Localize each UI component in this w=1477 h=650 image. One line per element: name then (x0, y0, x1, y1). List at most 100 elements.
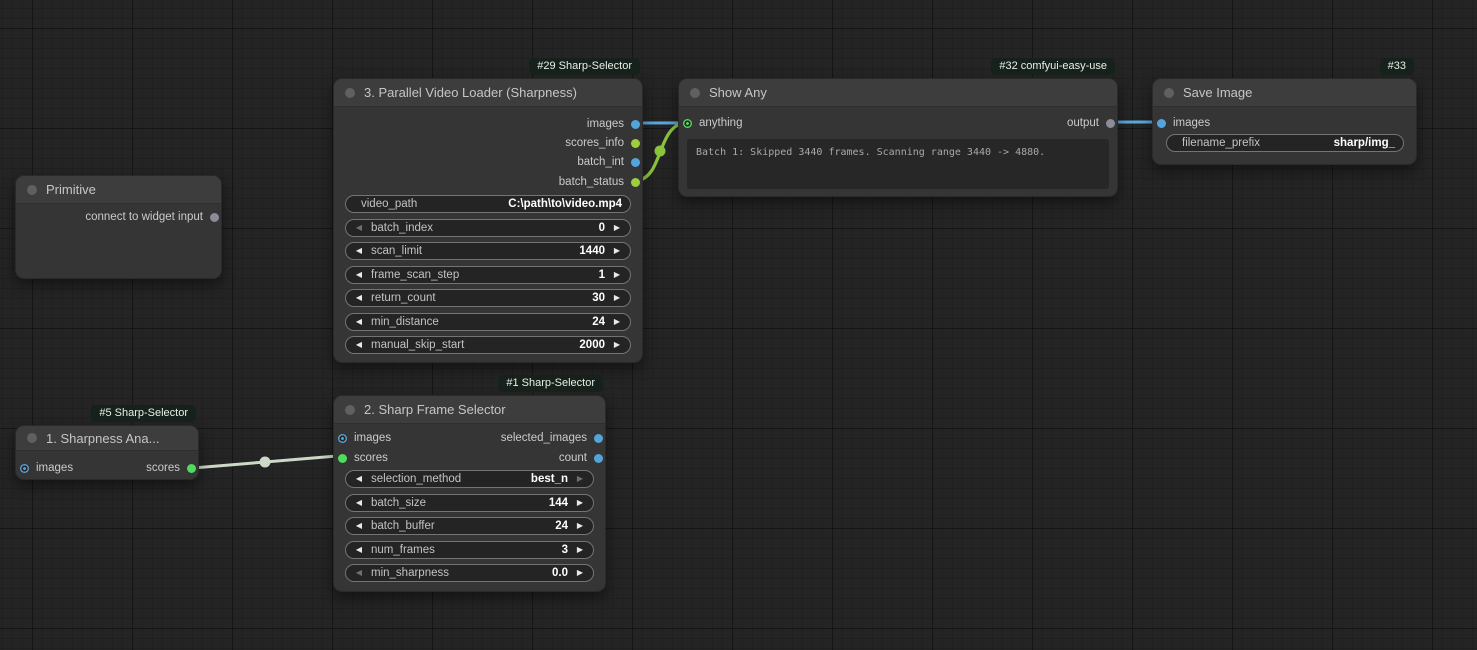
widget-batch-size[interactable]: batch_size 144 (345, 494, 594, 512)
output-port-scores[interactable] (187, 464, 196, 473)
increment-arrow-icon[interactable] (612, 336, 622, 354)
output-label: images (587, 118, 624, 130)
widget-selection-method[interactable]: selection_method best_n (345, 470, 594, 488)
decrement-arrow-icon[interactable] (354, 219, 364, 237)
widget-min-distance[interactable]: min_distance 24 (345, 313, 631, 331)
collapse-dot-icon[interactable] (27, 433, 37, 443)
node-title: 1. Sharpness Ana... (46, 431, 159, 446)
increment-arrow-icon[interactable] (612, 219, 622, 237)
output-label: scores (146, 462, 180, 474)
widget-manual-skip-start[interactable]: manual_skip_start 2000 (345, 336, 631, 354)
decrement-arrow-icon[interactable] (354, 494, 364, 512)
collapse-dot-icon[interactable] (27, 185, 37, 195)
widget-min-sharpness[interactable]: min_sharpness 0.0 (345, 564, 594, 582)
port-row: batch_status (334, 173, 642, 191)
node-titlebar[interactable]: Primitive (16, 176, 221, 204)
decrement-arrow-icon[interactable] (354, 313, 364, 331)
input-port-images[interactable] (338, 434, 347, 443)
decrement-arrow-icon[interactable] (354, 564, 364, 582)
output-port-batch-int[interactable] (631, 158, 640, 167)
widget-value: sharp/img_ (1334, 137, 1395, 149)
widget-label: batch_index (371, 222, 433, 234)
output-port-scores-info[interactable] (631, 139, 640, 148)
node-parallel-video-loader[interactable]: #29 Sharp-Selector 3. Parallel Video Loa… (333, 78, 643, 363)
increment-arrow-icon[interactable] (612, 289, 622, 307)
node-title: 3. Parallel Video Loader (Sharpness) (364, 85, 577, 100)
widget-batch-index[interactable]: batch_index 0 (345, 219, 631, 237)
node-title: 2. Sharp Frame Selector (364, 402, 506, 417)
decrement-arrow-icon[interactable] (354, 336, 364, 354)
output-port-count[interactable] (594, 454, 603, 463)
increment-arrow-icon[interactable] (575, 541, 585, 559)
node-graph-canvas[interactable]: #29 Sharp-Selector 3. Parallel Video Loa… (0, 0, 1477, 650)
node-titlebar[interactable]: Show Any (679, 79, 1117, 107)
widget-value: 0 (599, 222, 605, 234)
widget-label: batch_buffer (371, 520, 435, 532)
input-port-images[interactable] (20, 464, 29, 473)
output-label: count (559, 452, 587, 464)
increment-arrow-icon[interactable] (575, 494, 585, 512)
node-id-badge: #5 Sharp-Selector (91, 405, 196, 422)
decrement-arrow-icon[interactable] (354, 266, 364, 284)
prev-option-arrow-icon[interactable] (354, 470, 364, 488)
decrement-arrow-icon[interactable] (354, 517, 364, 535)
output-port-batch-status[interactable] (631, 178, 640, 187)
output-port-widget[interactable] (210, 213, 219, 222)
node-title: Save Image (1183, 85, 1252, 100)
wire-dot-batchstatus[interactable] (655, 146, 666, 157)
node-sharp-frame-selector[interactable]: #1 Sharp-Selector 2. Sharp Frame Selecto… (333, 395, 606, 592)
input-port-anything[interactable] (683, 119, 692, 128)
collapse-dot-icon[interactable] (345, 405, 355, 415)
collapse-dot-icon[interactable] (345, 88, 355, 98)
increment-arrow-icon[interactable] (612, 242, 622, 260)
widget-value: 1440 (579, 245, 605, 257)
widget-label: return_count (371, 292, 436, 304)
increment-arrow-icon[interactable] (575, 517, 585, 535)
widget-label: scan_limit (371, 245, 422, 257)
node-sharpness-analyzer[interactable]: #5 Sharp-Selector 1. Sharpness Ana... im… (15, 425, 199, 480)
node-titlebar[interactable]: 2. Sharp Frame Selector (334, 396, 605, 424)
widget-batch-buffer[interactable]: batch_buffer 24 (345, 517, 594, 535)
input-label: images (1173, 117, 1210, 129)
widget-value: 30 (592, 292, 605, 304)
widget-return-count[interactable]: return_count 30 (345, 289, 631, 307)
widget-filename-prefix[interactable]: filename_prefix sharp/img_ (1166, 134, 1404, 152)
port-row: connect to widget input (16, 208, 221, 226)
node-titlebar[interactable]: Save Image (1153, 79, 1416, 107)
output-label: batch_int (577, 156, 624, 168)
node-primitive[interactable]: Primitive connect to widget input (15, 175, 222, 279)
collapse-dot-icon[interactable] (1164, 88, 1174, 98)
node-titlebar[interactable]: 3. Parallel Video Loader (Sharpness) (334, 79, 642, 107)
collapse-dot-icon[interactable] (690, 88, 700, 98)
decrement-arrow-icon[interactable] (354, 541, 364, 559)
node-titlebar[interactable]: 1. Sharpness Ana... (16, 426, 198, 451)
next-option-arrow-icon[interactable] (575, 470, 585, 488)
increment-arrow-icon[interactable] (612, 266, 622, 284)
widget-num-frames[interactable]: num_frames 3 (345, 541, 594, 559)
output-label: scores_info (565, 137, 624, 149)
widget-label: min_distance (371, 316, 439, 328)
widget-frame-scan-step[interactable]: frame_scan_step 1 (345, 266, 631, 284)
widget-label: num_frames (371, 544, 435, 556)
output-port-selected-images[interactable] (594, 434, 603, 443)
widget-scan-limit[interactable]: scan_limit 1440 (345, 242, 631, 260)
increment-arrow-icon[interactable] (612, 313, 622, 331)
node-id-badge: #32 comfyui-easy-use (991, 58, 1115, 75)
wire-dot-scores[interactable] (260, 457, 271, 468)
port-row: batch_int (334, 153, 642, 171)
widget-video-path[interactable]: video_path C:\path\to\video.mp4 (345, 195, 631, 213)
input-port-scores[interactable] (338, 454, 347, 463)
input-port-images[interactable] (1157, 119, 1166, 128)
output-label: connect to widget input (85, 211, 203, 223)
output-port-output[interactable] (1106, 119, 1115, 128)
port-row: images (334, 115, 642, 133)
increment-arrow-icon[interactable] (575, 564, 585, 582)
output-port-images[interactable] (631, 120, 640, 129)
widget-value: 0.0 (552, 567, 568, 579)
widget-label: min_sharpness (371, 567, 449, 579)
decrement-arrow-icon[interactable] (354, 289, 364, 307)
node-show-any[interactable]: #32 comfyui-easy-use Show Any anything o… (678, 78, 1118, 197)
decrement-arrow-icon[interactable] (354, 242, 364, 260)
output-label: batch_status (559, 176, 624, 188)
node-save-image[interactable]: #33 Save Image images filename_prefix sh… (1152, 78, 1417, 165)
